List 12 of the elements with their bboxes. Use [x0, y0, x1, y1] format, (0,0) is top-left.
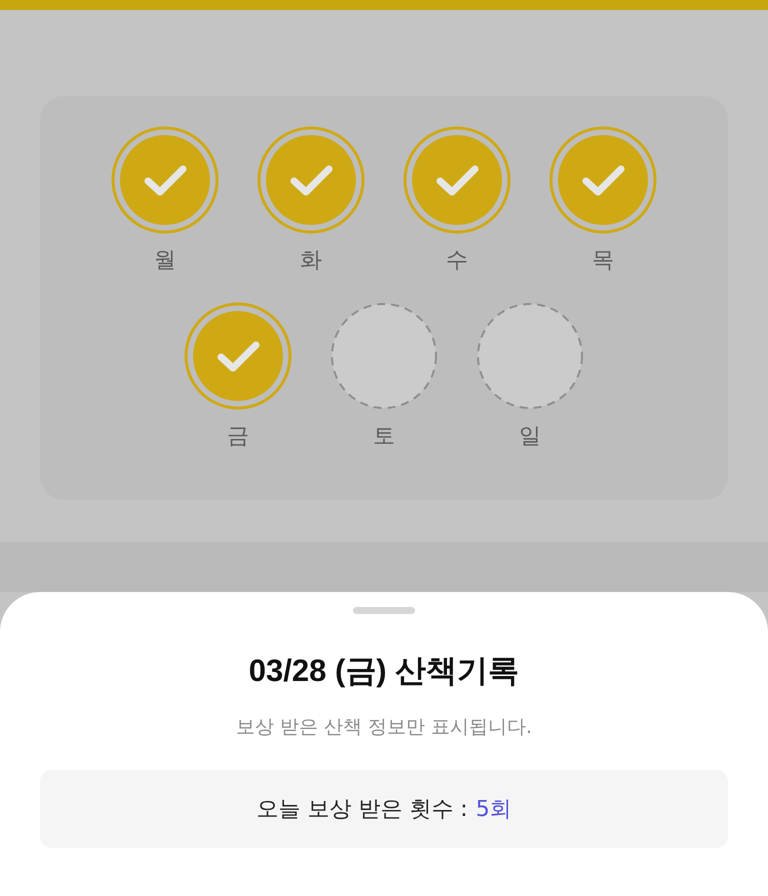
day-label: 화 [300, 248, 322, 274]
drag-handle[interactable] [353, 607, 415, 614]
count-value: 5회 [476, 796, 512, 824]
count-label: 오늘 보상 받은 횟수 : [256, 796, 468, 824]
day-label: 월 [154, 248, 176, 274]
sheet-title: 03/28 (금) 산책기록 [248, 652, 520, 690]
day-label: 금 [227, 424, 249, 450]
sheet-subtitle: 보상 받은 산책 정보만 표시됩니다. [236, 715, 532, 740]
day-label: 목 [592, 248, 614, 274]
day-label: 수 [446, 248, 468, 274]
day-label: 토 [373, 424, 395, 450]
day-label: 일 [519, 424, 541, 450]
